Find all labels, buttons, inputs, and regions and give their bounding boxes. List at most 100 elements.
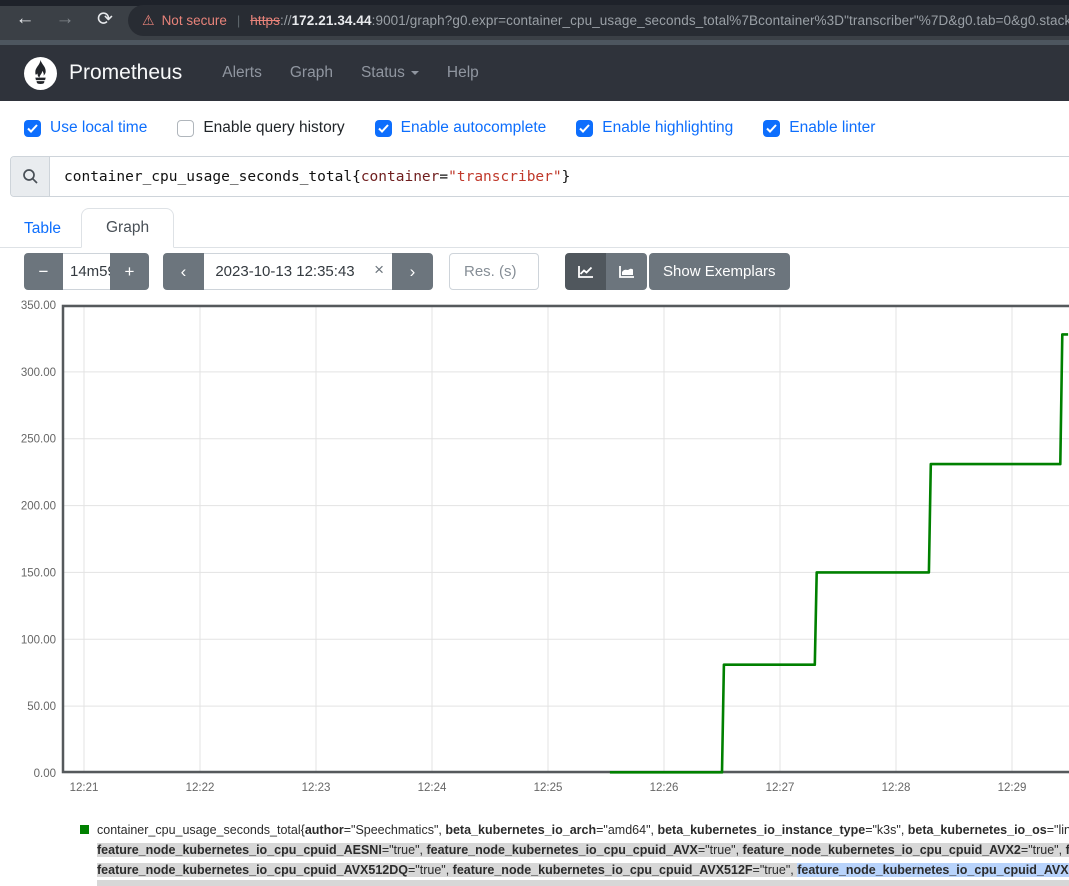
range-input[interactable] — [63, 253, 110, 290]
option-enable-autocomplete[interactable]: Enable autocomplete — [375, 119, 547, 137]
nav-item-graph[interactable]: Graph — [290, 64, 333, 82]
chevron-down-icon — [411, 71, 419, 75]
checkbox-checked-icon[interactable] — [375, 120, 392, 137]
graph-canvas[interactable]: 350.00 300.00 250.00 200.00 150.00 100.00 50.0… — [0, 298, 1069, 800]
axis-tick-label: 300.00 — [21, 367, 56, 379]
graph-options-row: Use local time Enable query history Enable… — [0, 110, 1069, 146]
browser-forward-button[interactable]: → — [52, 8, 78, 30]
resolution-input[interactable] — [449, 253, 539, 290]
line-chart-toggle-button[interactable] — [565, 253, 606, 290]
legend-label-value: ="k3s", — [865, 823, 908, 837]
browser-url-bar[interactable]: ⚠ Not secure | https://172.21.34.44:9001… — [128, 5, 1069, 36]
option-label: Enable highlighting — [602, 119, 733, 137]
axis-tick-label: 350.00 — [21, 300, 56, 312]
time-forward-button[interactable]: › — [392, 253, 433, 290]
graph-panel: 350.00 300.00 250.00 200.00 150.00 100.00 50.0… — [0, 298, 1069, 800]
axis-tick-label: 250.00 — [21, 434, 56, 446]
option-label: Enable linter — [789, 119, 875, 137]
legend-line[interactable]: feature_node_kubernetes_io_cpu_cpuid_AVX… — [97, 860, 1069, 880]
url-path: :9001/graph?g0.expr=container_cpu_usage_… — [372, 13, 1069, 28]
time-back-button[interactable]: ‹ — [163, 253, 204, 290]
axis-tick-label: 12:29 — [998, 782, 1027, 794]
axis-tick-label: 12:23 — [302, 782, 331, 794]
axis-tick-label: 12:27 — [766, 782, 795, 794]
show-exemplars-button[interactable]: Show Exemplars — [649, 253, 790, 290]
axis-tick-label: 12:26 — [650, 782, 679, 794]
option-enable-query-history[interactable]: Enable query history — [177, 119, 344, 137]
query-expression[interactable]: container_cpu_usage_seconds_total{contai… — [50, 157, 570, 196]
legend-label-value: ="true", — [753, 863, 798, 877]
legend-label-value: ="amd64", — [596, 823, 657, 837]
legend-label-value: ="true", — [698, 843, 743, 857]
prometheus-logo-icon[interactable] — [24, 57, 57, 90]
nav-item-status[interactable]: Status — [361, 64, 419, 82]
url-divider: | — [237, 13, 240, 28]
legend-label-value: ="true", — [382, 843, 427, 857]
legend-label-name: feature_node_kubernetes_io_cpu_cpuid_AVX… — [97, 863, 408, 877]
axis-tick-label: 12:24 — [418, 782, 447, 794]
axis-tick-label: 12:21 — [70, 782, 99, 794]
stacked-chart-icon — [618, 264, 636, 280]
tab-graph[interactable]: Graph — [81, 208, 174, 248]
browser-chrome: ← → ⟳ ⚠ Not secure | https://172.21.34.4… — [0, 0, 1069, 45]
query-token-string: "transcriber" — [448, 169, 562, 185]
tab-table[interactable]: Table — [0, 210, 85, 248]
axis-tick-label: 12:22 — [186, 782, 215, 794]
option-enable-linter[interactable]: Enable linter — [763, 119, 875, 137]
legend-cutoff-row — [97, 880, 1069, 886]
query-token-label: container — [361, 169, 440, 185]
axis-tick-label: 200.00 — [21, 501, 56, 513]
search-icon — [11, 157, 50, 196]
legend-label-name: feature_node_kubernetes_io_cpu_cpuid_AVX… — [453, 863, 753, 877]
option-label: Use local time — [50, 119, 147, 137]
legend-label-name: beta_kubernetes_io_os — [908, 823, 1047, 837]
not-secure-label: Not secure — [162, 13, 227, 28]
query-input-box[interactable]: container_cpu_usage_seconds_total{contai… — [10, 156, 1069, 197]
legend-label-name: feature_node_kubernetes_io_cpu_cpuid_AVX — [426, 843, 697, 857]
legend-label-name: feature_node_kubernetes_io_cpu_cpuid_AVX… — [743, 843, 1021, 857]
option-use-local-time[interactable]: Use local time — [24, 119, 147, 137]
query-token-plain: } — [562, 169, 571, 185]
legend-label-name: beta_kubernetes_io_instance_type — [657, 823, 865, 837]
checkbox-checked-icon[interactable] — [763, 120, 780, 137]
range-decrease-button[interactable]: − — [24, 253, 63, 290]
nav-item-alerts[interactable]: Alerts — [222, 64, 262, 82]
clear-time-icon[interactable]: × — [374, 260, 384, 280]
axis-tick-label: 150.00 — [21, 567, 56, 579]
url-host: 172.21.34.44 — [292, 13, 372, 28]
browser-refresh-button[interactable]: ⟳ — [92, 8, 118, 31]
checkbox-checked-icon[interactable] — [24, 120, 41, 137]
query-token-plain: = — [439, 169, 448, 185]
line-chart-icon — [577, 264, 595, 280]
browser-back-button[interactable]: ← — [12, 8, 38, 30]
legend-label-name: author — [305, 823, 344, 837]
query-token-plain: container_cpu_usage_seconds_total{ — [64, 169, 361, 185]
legend-label-name: feature — [1066, 843, 1069, 857]
end-time-input[interactable] — [204, 253, 392, 290]
nav-items: Alerts Graph Status Help — [208, 64, 493, 82]
nav-item-help[interactable]: Help — [447, 64, 479, 82]
option-enable-highlighting[interactable]: Enable highlighting — [576, 119, 733, 137]
legend-line[interactable]: container_cpu_usage_seconds_total{author… — [80, 820, 1069, 840]
option-label: Enable query history — [203, 119, 344, 137]
url-text: https://172.21.34.44:9001/graph?g0.expr=… — [250, 13, 1069, 28]
range-increase-button[interactable]: + — [110, 253, 149, 290]
axis-tick-label: 12:28 — [882, 782, 911, 794]
checkbox-unchecked-icon[interactable] — [177, 120, 194, 137]
graph-toolbar: − + ‹ × › Show Exemplars — [0, 253, 1069, 291]
axis-tick-label: 50.00 — [27, 701, 56, 713]
url-separator: :// — [280, 13, 292, 28]
legend-line[interactable]: feature_node_kubernetes_io_cpu_cpuid_AES… — [97, 840, 1069, 860]
panel-tabs: TableGraph — [0, 204, 1069, 248]
brand-title[interactable]: Prometheus — [69, 61, 182, 85]
stacked-chart-toggle-button[interactable] — [606, 253, 647, 290]
legend-label-value: container_cpu_usage_seconds_total{ — [97, 823, 305, 837]
checkbox-checked-icon[interactable] — [576, 120, 593, 137]
axis-tick-label: 100.00 — [21, 634, 56, 646]
not-secure-warning-icon: ⚠ — [142, 12, 155, 29]
axis-tick-label: 0.00 — [34, 768, 56, 780]
graph-legend: container_cpu_usage_seconds_total{author… — [0, 820, 1069, 880]
series-swatch-icon — [80, 825, 89, 834]
legend-label-value: ="true", — [408, 863, 453, 877]
prometheus-navbar: Prometheus Alerts Graph Status Help — [0, 45, 1069, 101]
